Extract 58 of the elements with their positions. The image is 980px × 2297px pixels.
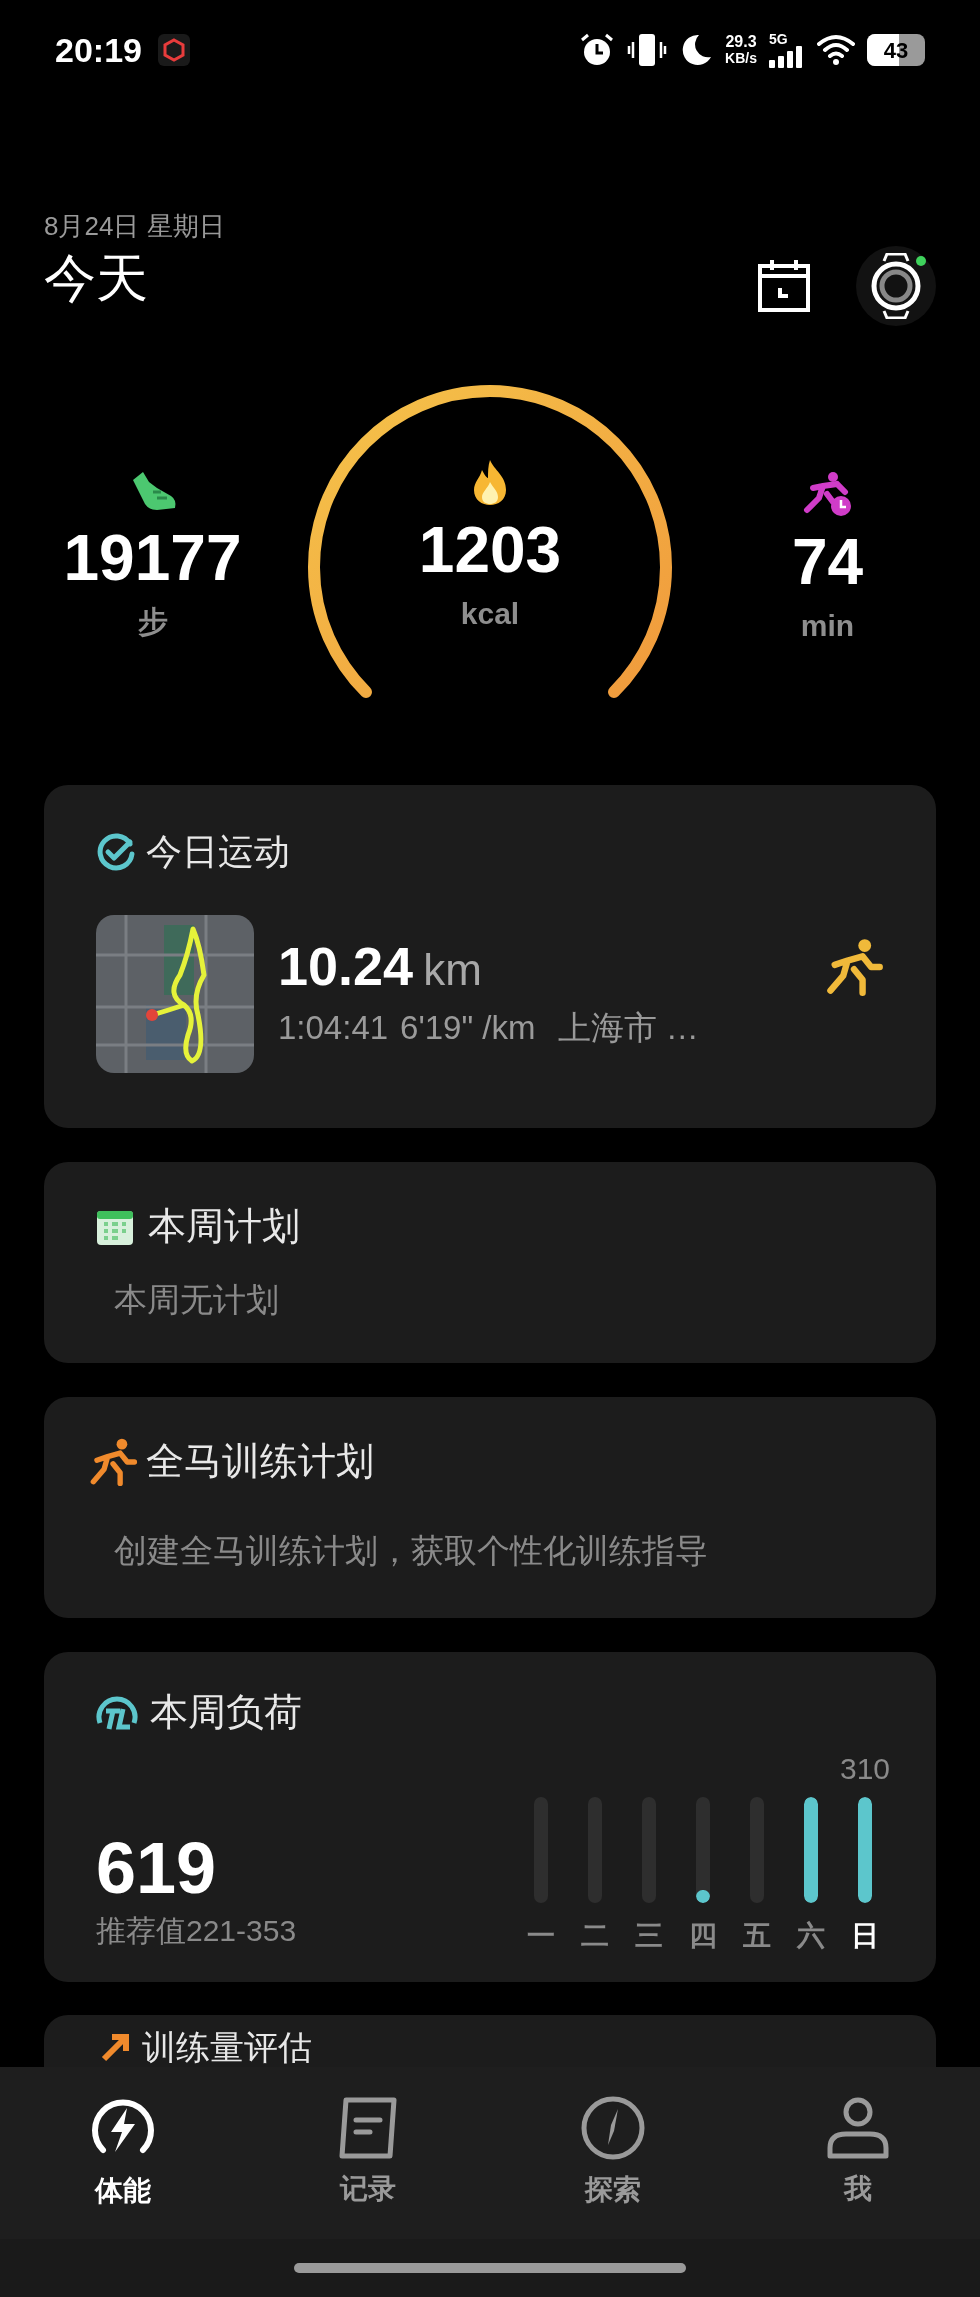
card-title: 本周负荷 xyxy=(150,1690,302,1735)
signal-icon xyxy=(769,46,805,68)
network-type: 5G xyxy=(769,32,788,46)
workout-distance: 10.24 xyxy=(278,935,414,996)
battery-indicator: 43 xyxy=(867,34,925,66)
workout-duration: 1:04:41 xyxy=(278,1007,389,1048)
weekly-load-card[interactable]: 本周负荷 619 推荐值221-353 一 二 三 四 五 六 310 日 xyxy=(44,1652,936,1982)
clock-time: 20:19 xyxy=(55,29,142,71)
wifi-icon xyxy=(817,34,855,66)
day-label[interactable]: 四 xyxy=(689,1915,717,1957)
calendar-icon xyxy=(756,258,812,314)
nav-tab[interactable]: 体能 xyxy=(0,2094,245,2212)
stat-unit: min xyxy=(800,608,855,644)
runner-icon xyxy=(88,1436,138,1487)
card-subtitle: 本周无计划 xyxy=(114,1280,280,1320)
day-label[interactable]: 一 xyxy=(527,1915,555,1957)
card-subtitle: 创建全马训练计划，获取个性化训练指导 xyxy=(114,1531,709,1571)
card-title: 今日运动 xyxy=(146,830,290,874)
recommended-range: 推荐值221-353 xyxy=(96,1913,297,1949)
calendar-button[interactable] xyxy=(756,258,812,314)
card-title: 本周计划 xyxy=(148,1204,300,1249)
compass-icon xyxy=(579,2095,646,2161)
weekly-plan-card[interactable]: 本周计划 本周无计划 xyxy=(44,1162,936,1363)
workout-pace: 6'19" /km xyxy=(400,1007,536,1048)
nav-tab[interactable]: 我 xyxy=(735,2096,980,2210)
runner-clock-icon xyxy=(802,470,853,518)
card-title: 训练量评估 xyxy=(142,2026,312,2067)
assessment-card[interactable]: 训练量评估 xyxy=(44,2015,936,2068)
stat-unit: 步 xyxy=(137,604,168,640)
day-label[interactable]: 六 xyxy=(797,1915,825,1957)
nav-tab[interactable]: 探索 xyxy=(490,2095,735,2211)
app-icon xyxy=(157,34,190,66)
marathon-plan-card[interactable]: 全马训练计划 创建全马训练计划，获取个性化训练指导 xyxy=(44,1397,936,1618)
day-label[interactable]: 三 xyxy=(635,1915,663,1957)
alarm-icon xyxy=(579,32,616,68)
network-speed-unit: KB/s xyxy=(725,50,757,66)
card-title: 全马训练计划 xyxy=(146,1439,374,1484)
network-speed: 29.3 xyxy=(725,34,757,50)
date-label: 8月24日 星期日 xyxy=(44,210,225,242)
stat-unit: kcal xyxy=(460,596,520,632)
check-circle-icon xyxy=(96,832,136,872)
page-title: 今天 xyxy=(44,248,149,309)
vibrate-icon xyxy=(627,32,668,68)
day-label[interactable]: 二 xyxy=(581,1915,609,1957)
runner-icon xyxy=(824,937,884,997)
workout-card[interactable]: 今日运动 10.24 km 1:04:41 6'19" /km 上海市 … xyxy=(44,785,936,1128)
nav-tab[interactable]: 记录 xyxy=(245,2096,490,2210)
stat-value: 19177 xyxy=(63,521,242,596)
day-label[interactable]: 日 xyxy=(851,1915,879,1957)
day-label[interactable]: 五 xyxy=(743,1915,771,1957)
load-value: 619 xyxy=(96,1828,218,1908)
workout-location: 上海市 … xyxy=(557,1007,699,1048)
stat-value: 74 xyxy=(791,525,864,600)
distance-unit: km xyxy=(423,943,482,996)
selected-day-load: 310 xyxy=(839,1751,891,1787)
watch-icon xyxy=(871,253,921,319)
person-icon xyxy=(825,2096,890,2160)
stat-value: 1203 xyxy=(418,513,562,588)
